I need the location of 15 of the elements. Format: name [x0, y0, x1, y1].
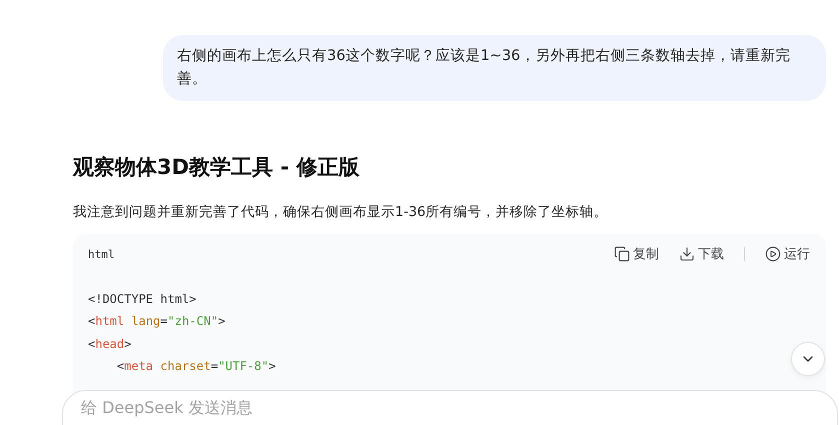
answer-text: 我注意到问题并重新完善了代码，确保右侧画布显示1-36所有编号，并移除了坐标轴。 [73, 203, 609, 221]
code-language: html [88, 248, 114, 260]
code-line: <!DOCTYPE html> [88, 292, 196, 306]
run-button[interactable]: 运行 [765, 245, 810, 263]
copy-icon [614, 246, 630, 262]
copy-button[interactable]: 复制 [614, 245, 659, 263]
code-line: <meta charset="UTF-8"> [116, 358, 276, 373]
message-input[interactable]: 给 DeepSeek 发送消息 [79, 397, 483, 418]
code-line: <html lang="zh-CN"> [88, 314, 226, 328]
answer-heading: 观察物体3D教学工具 - 修正版 [73, 154, 360, 181]
play-icon [765, 246, 781, 262]
download-icon [679, 246, 695, 262]
code-line: <head> [88, 336, 132, 351]
download-button[interactable]: 下载 [679, 245, 724, 263]
user-message: 右侧的画布上怎么只有36这个数字呢？应该是1~36，另外再把右侧三条数轴去掉，请重新完善。 [163, 35, 826, 101]
